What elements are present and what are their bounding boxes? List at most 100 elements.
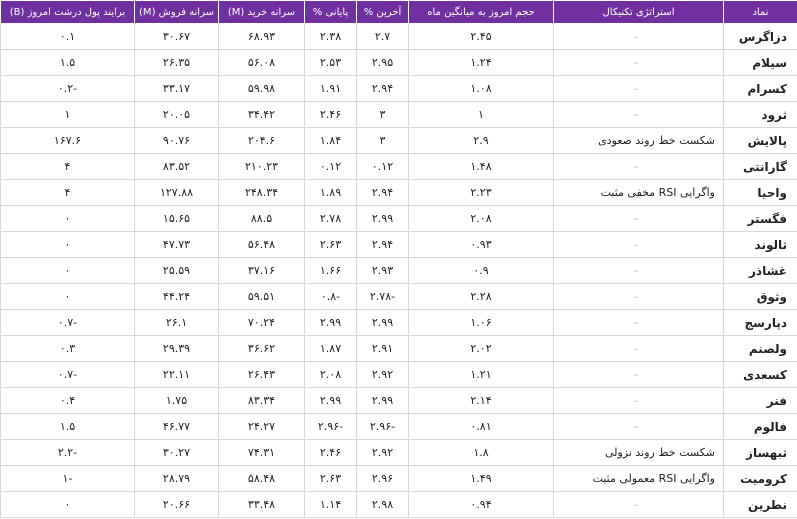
cell-symbol[interactable]: فالوم xyxy=(723,413,797,440)
table-row[interactable]: ثالوند –۰.۹۳ ۲.۹۴ ۲.۶۳ ۵۶.۴۸ ۴۷.۷۳ ۰ xyxy=(0,231,797,258)
cell-buy-per-capita: ۲۴.۲۷ xyxy=(218,413,305,440)
cell-last-percent: ۲.۹۴ xyxy=(356,75,409,102)
table-row[interactable]: ولصنم –۲.۰۲ ۲.۹۱ ۱.۸۷ ۳۶.۶۲ ۲۹.۳۹ ۰.۳ xyxy=(0,335,797,362)
cell-symbol[interactable]: کسرام xyxy=(723,75,797,102)
cell-last-percent: -۲.۹۶ xyxy=(356,413,409,440)
cell-strategy: – xyxy=(553,491,724,518)
cell-last-percent: ۲.۹۹ xyxy=(356,205,409,232)
cell-net-money: ۰ xyxy=(0,257,135,284)
cell-sell-per-capita: ۴۷.۷۳ xyxy=(134,231,219,258)
table-row[interactable]: ثرود –۱ ۳ ۲.۴۶ ۳۴.۴۲ ۲۰.۰۵ ۱ xyxy=(0,101,797,128)
header-strategy[interactable]: استراتژی تکنیکال xyxy=(553,0,724,24)
table-row[interactable]: سیلام –۱.۲۴ ۲.۹۵ ۲.۵۳ ۵۶.۰۸ ۲۶.۳۵ ۱.۵ xyxy=(0,49,797,76)
cell-volume-ratio: ۱.۸ xyxy=(408,439,554,466)
table-row[interactable]: ثبهساز شکست خط روند نزولی ۱.۸ ۲.۹۲ ۲.۴۶ ۷۴.۳۱… xyxy=(0,439,797,466)
cell-last-percent: ۲.۹۶ xyxy=(356,465,409,492)
cell-sell-per-capita: ۲۰.۰۵ xyxy=(134,101,219,128)
cell-symbol[interactable]: کرومیت xyxy=(723,465,797,492)
header-close-percent[interactable]: پایانی % xyxy=(304,0,357,24)
table-row[interactable]: وثوق –۲.۲۸ -۲.۷۸ -۰.۸ ۵۹.۵۱ ۴۴.۲۴ ۰ xyxy=(0,283,797,310)
header-sell-per-capita[interactable]: سرانه فروش (M) xyxy=(134,0,219,24)
cell-close-percent: ۱.۸۴ xyxy=(304,127,357,154)
header-last-percent[interactable]: آخرین % xyxy=(356,0,409,24)
cell-symbol[interactable]: سیلام xyxy=(723,49,797,76)
cell-strategy: – xyxy=(553,413,724,440)
cell-close-percent: ۲.۹۹ xyxy=(304,309,357,336)
cell-volume-ratio: ۰.۹۴ xyxy=(408,491,554,518)
cell-buy-per-capita: ۵۹.۹۸ xyxy=(218,75,305,102)
cell-symbol[interactable]: ولصنم xyxy=(723,335,797,362)
header-buy-per-capita[interactable]: سرانه خرید (M) xyxy=(218,0,305,24)
cell-symbol[interactable]: کسعدی xyxy=(723,361,797,388)
cell-buy-per-capita: ۲۰۴.۶ xyxy=(218,127,305,154)
cell-symbol[interactable]: غشاذر xyxy=(723,257,797,284)
cell-symbol[interactable]: دزاگرس xyxy=(723,23,797,50)
cell-net-money: ۱ xyxy=(0,101,135,128)
table-row[interactable]: فگستر –۲.۰۸ ۲.۹۹ ۲.۷۸ ۸۸.۵ ۱۵.۶۵ ۰ xyxy=(0,205,797,232)
cell-close-percent: ۱.۱۴ xyxy=(304,491,357,518)
cell-last-percent: ۲.۹۴ xyxy=(356,179,409,206)
cell-buy-per-capita: ۷۴.۳۱ xyxy=(218,439,305,466)
cell-buy-per-capita: ۲۱۰.۲۳ xyxy=(218,153,305,180)
cell-symbol[interactable]: فنر xyxy=(723,387,797,414)
table-row[interactable]: دزاگرس –۲.۴۵ ۲.۷ ۲.۳۸ ۶۸.۹۳ ۳۰.۶۷ ۰.۱ xyxy=(0,23,797,50)
cell-volume-ratio: ۲.۴۵ xyxy=(408,23,554,50)
cell-close-percent: ۲.۰۸ xyxy=(304,361,357,388)
cell-buy-per-capita: ۳۴.۴۲ xyxy=(218,101,305,128)
cell-last-percent: ۲.۹۱ xyxy=(356,335,409,362)
cell-buy-per-capita: ۸۸.۵ xyxy=(218,205,305,232)
table-row[interactable]: کسرام –۱.۰۸ ۲.۹۴ ۱.۹۱ ۵۹.۹۸ ۳۳.۱۷ -۰.۲ xyxy=(0,75,797,102)
table-row[interactable]: نطرین –۰.۹۴ ۲.۹۸ ۱.۱۴ ۳۳.۴۸ ۲۰.۶۶ ۰ xyxy=(0,491,797,518)
cell-symbol[interactable]: واحیا xyxy=(723,179,797,206)
table-row[interactable]: فالوم –۰.۸۱ -۲.۹۶ -۲.۹۶ ۲۴.۲۷ ۴۶.۷۷ ۱.۵ xyxy=(0,413,797,440)
cell-symbol[interactable]: ثالوند xyxy=(723,231,797,258)
cell-sell-per-capita: ۲۵.۵۹ xyxy=(134,257,219,284)
cell-buy-per-capita: ۳۷.۱۶ xyxy=(218,257,305,284)
cell-net-money: ۰ xyxy=(0,283,135,310)
cell-strategy: – xyxy=(553,101,724,128)
cell-symbol[interactable]: ثبهساز xyxy=(723,439,797,466)
cell-buy-per-capita: ۵۹.۵۱ xyxy=(218,283,305,310)
cell-buy-per-capita: ۸۳.۳۴ xyxy=(218,387,305,414)
cell-symbol[interactable]: وثوق xyxy=(723,283,797,310)
table-row[interactable]: گارانتی –۱.۴۸ ۰.۱۲ ۰.۱۲ ۲۱۰.۲۳ ۸۳.۵۲ ۴ xyxy=(0,153,797,180)
cell-buy-per-capita: ۲۶.۴۳ xyxy=(218,361,305,388)
table-header-row: نماد استراتژی تکنیکال حجم امروز به میانگ… xyxy=(0,0,797,24)
cell-volume-ratio: ۱.۰۶ xyxy=(408,309,554,336)
cell-net-money: ۰ xyxy=(0,231,135,258)
cell-symbol[interactable]: پالایش xyxy=(723,127,797,154)
cell-sell-per-capita: ۲۹.۳۹ xyxy=(134,335,219,362)
cell-close-percent: -۲.۹۶ xyxy=(304,413,357,440)
cell-close-percent: ۲.۹۹ xyxy=(304,387,357,414)
cell-symbol[interactable]: نطرین xyxy=(723,491,797,518)
cell-volume-ratio: ۱.۲۴ xyxy=(408,49,554,76)
cell-buy-per-capita: ۵۶.۴۸ xyxy=(218,231,305,258)
cell-close-percent: ۱.۶۶ xyxy=(304,257,357,284)
cell-sell-per-capita: ۴۴.۲۴ xyxy=(134,283,219,310)
cell-last-percent: ۲.۹۲ xyxy=(356,439,409,466)
cell-volume-ratio: ۲.۹ xyxy=(408,127,554,154)
cell-strategy: شکست خط روند صعودی xyxy=(553,127,724,154)
table-row[interactable]: فنر –۲.۱۴ ۲.۹۹ ۲.۹۹ ۸۳.۳۴ ۱.۷۵ ۰.۴ xyxy=(0,387,797,414)
cell-net-money: ۴ xyxy=(0,179,135,206)
cell-net-money: ۰.۱ xyxy=(0,23,135,50)
cell-sell-per-capita: ۳۳.۱۷ xyxy=(134,75,219,102)
table-row[interactable]: دپارسج –۱.۰۶ ۲.۹۹ ۲.۹۹ ۷۰.۲۴ ۲۶.۱ -۰.۷ xyxy=(0,309,797,336)
table-row[interactable]: کرومیت واگرایی RSI معمولی مثبت ۱.۴۹ ۲.۹۶ ۲.۶… xyxy=(0,465,797,492)
table-row[interactable]: پالایش شکست خط روند صعودی ۲.۹ ۳ ۱.۸۴ ۲۰۴.۶ ۹۰.… xyxy=(0,127,797,154)
header-net-money[interactable]: برایند پول درشت امروز (B) xyxy=(0,0,135,24)
cell-strategy: – xyxy=(553,309,724,336)
cell-last-percent: ۲.۹۹ xyxy=(356,387,409,414)
header-volume-ratio[interactable]: حجم امروز به میانگین ماه xyxy=(408,0,554,24)
cell-sell-per-capita: ۲۶.۱ xyxy=(134,309,219,336)
cell-strategy: واگرایی RSI مخفی مثبت xyxy=(553,179,724,206)
table-row[interactable]: کسعدی –۱.۲۱ ۲.۹۲ ۲.۰۸ ۲۶.۴۳ ۲۲.۱۱ -۰.۷ xyxy=(0,361,797,388)
table-row[interactable]: واحیا واگرایی RSI مخفی مثبت ۲.۲۳ ۲.۹۴ ۱.۸۹ ۲۴… xyxy=(0,179,797,206)
cell-buy-per-capita: ۳۳.۴۸ xyxy=(218,491,305,518)
cell-symbol[interactable]: فگستر xyxy=(723,205,797,232)
cell-symbol[interactable]: ثرود xyxy=(723,101,797,128)
table-row[interactable]: غشاذر –۰.۹ ۲.۹۳ ۱.۶۶ ۳۷.۱۶ ۲۵.۵۹ ۰ xyxy=(0,257,797,284)
cell-symbol[interactable]: دپارسج xyxy=(723,309,797,336)
header-symbol[interactable]: نماد xyxy=(723,0,797,24)
cell-symbol[interactable]: گارانتی xyxy=(723,153,797,180)
